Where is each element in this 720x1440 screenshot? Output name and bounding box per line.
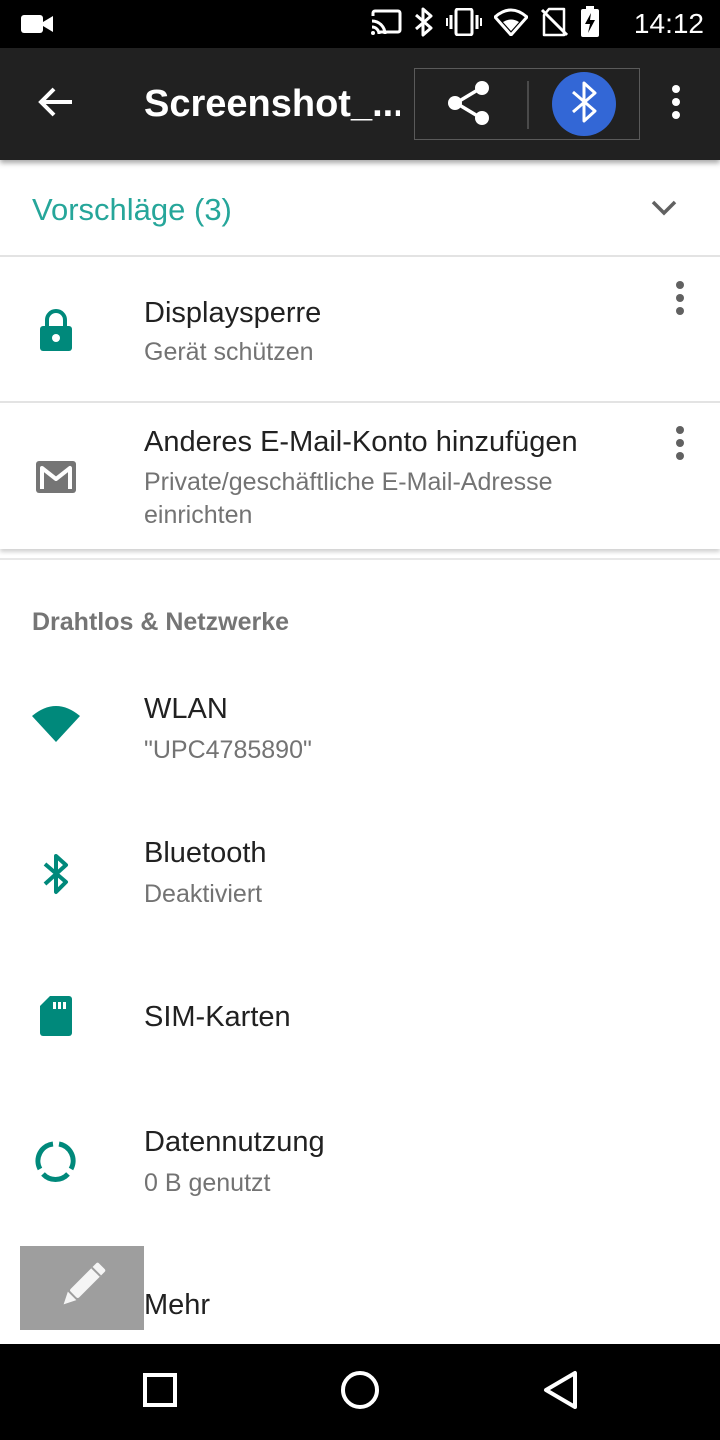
bluetooth-share-button[interactable] <box>552 72 616 136</box>
setting-sim-cards[interactable]: SIM-Karten <box>0 956 720 1081</box>
wifi-icon <box>493 8 529 41</box>
setting-title: SIM-Karten <box>144 1001 291 1033</box>
wifi-icon <box>32 700 80 748</box>
recents-icon <box>143 1372 177 1412</box>
bluetooth-icon <box>32 850 80 898</box>
setting-title: Bluetooth <box>144 837 267 869</box>
no-sim-icon <box>540 7 569 42</box>
app-title: Screenshot_... <box>144 83 400 125</box>
video-camera-icon <box>20 12 54 41</box>
suggestion-add-email[interactable]: Anderes E-Mail-Konto hinzufügen Private/… <box>0 405 720 549</box>
suggestion-subtitle: Private/geschäftliche E-Mail-Adresse ein… <box>144 468 553 529</box>
app-bar: Screenshot_... <box>0 48 720 160</box>
share-divider <box>527 81 529 129</box>
suggestion-title: Anderes E-Mail-Konto hinzufügen <box>144 426 578 458</box>
share-button[interactable] <box>439 77 499 133</box>
lock-icon <box>32 306 80 354</box>
setting-subtitle: 0 B genutzt <box>144 1169 271 1197</box>
suggestions-header[interactable]: Vorschläge (3) <box>0 160 720 257</box>
setting-wlan[interactable]: WLAN "UPC4785890" <box>0 660 720 785</box>
more-vert-icon[interactable] <box>664 274 696 322</box>
suggestion-title: Displaysperre <box>144 297 322 329</box>
vibrate-icon <box>446 7 482 41</box>
recents-button[interactable] <box>128 1360 192 1424</box>
setting-title: Mehr <box>144 1289 211 1321</box>
share-icon <box>445 79 493 132</box>
section-header: Drahtlos & Netzwerke <box>32 608 290 636</box>
overflow-menu-button[interactable] <box>656 76 696 132</box>
gmail-icon <box>32 453 80 501</box>
share-panel <box>414 68 640 140</box>
setting-bluetooth[interactable]: Bluetooth Deaktiviert <box>0 808 720 933</box>
navigation-bar <box>0 1344 720 1440</box>
back-button[interactable] <box>24 76 88 132</box>
setting-data-usage[interactable]: Datennutzung 0 B genutzt <box>0 1103 720 1228</box>
home-button[interactable] <box>328 1360 392 1424</box>
clock: 14:12 <box>633 8 704 39</box>
back-icon <box>542 1370 578 1415</box>
suggestions-title: Vorschläge (3) <box>32 192 232 227</box>
home-icon <box>340 1370 380 1415</box>
divider <box>0 558 720 560</box>
setting-subtitle: "UPC4785890" <box>144 736 312 764</box>
suggestion-subtitle: Gerät schützen <box>144 338 314 366</box>
more-vert-icon <box>671 84 681 124</box>
cast-icon <box>370 8 402 41</box>
status-bar: 14:12 <box>0 0 720 48</box>
bluetooth-icon <box>569 80 599 129</box>
nav-back-button[interactable] <box>528 1360 592 1424</box>
setting-title: Datennutzung <box>144 1126 325 1158</box>
chevron-down-icon[interactable] <box>642 188 686 228</box>
screenshot-edit-button[interactable] <box>20 1246 144 1330</box>
battery-charging-icon <box>580 5 600 43</box>
bluetooth-icon <box>414 7 434 42</box>
setting-subtitle: Deaktiviert <box>144 880 263 908</box>
pencil-icon <box>52 1256 112 1321</box>
more-vert-icon[interactable] <box>664 419 696 467</box>
data-usage-icon <box>32 1137 80 1185</box>
arrow-back-icon <box>38 86 74 123</box>
sim-card-icon <box>32 992 80 1040</box>
suggestion-screen-lock[interactable]: Displaysperre Gerät schützen <box>0 258 720 403</box>
setting-title: WLAN <box>144 693 228 725</box>
